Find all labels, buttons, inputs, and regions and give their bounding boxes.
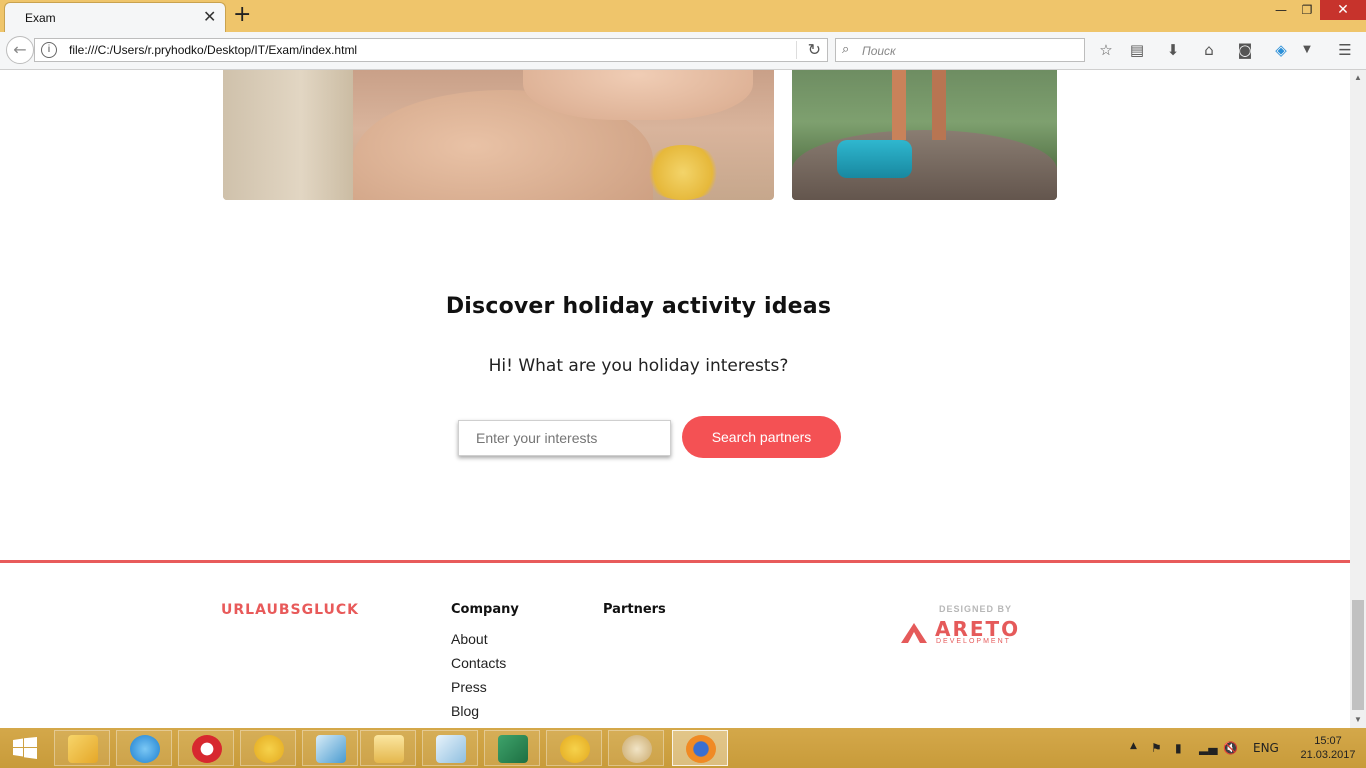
taskbar-app-1c[interactable] xyxy=(240,730,296,766)
footer-link-contacts[interactable]: Contacts xyxy=(451,655,506,671)
windows-taskbar: ▲ ⚑ ▮ ▂▄ 🔇 ENG 15:07 21.03.2017 xyxy=(0,728,1366,768)
info-icon[interactable]: i xyxy=(41,42,57,58)
navigation-toolbar: i file:///C:/Users/r.pryhodko/Desktop/IT… xyxy=(0,32,1366,70)
back-arrow-icon[interactable]: ← xyxy=(6,36,34,64)
url-divider xyxy=(796,41,797,59)
action-center-flag-icon[interactable]: ⚑ xyxy=(1151,741,1162,755)
interests-input[interactable] xyxy=(458,420,671,456)
footer-link-blog[interactable]: Blog xyxy=(451,703,479,719)
dropdown-arrow-icon[interactable]: ▼ xyxy=(1297,40,1317,60)
footer-link-about[interactable]: About xyxy=(451,631,488,647)
areto-logo-icon[interactable] xyxy=(901,623,927,643)
close-tab-icon[interactable]: ✕ xyxy=(203,7,216,27)
taskbar-app-firefox[interactable] xyxy=(672,730,728,766)
taskbar-app-excel[interactable] xyxy=(484,730,540,766)
tab-strip: Exam ✕ + — ❐ ✕ xyxy=(0,0,1366,32)
language-indicator[interactable]: ENG xyxy=(1253,741,1279,755)
search-placeholder: Поиск xyxy=(862,44,896,58)
reload-icon[interactable]: ↻ xyxy=(808,40,821,59)
new-tab-icon[interactable]: + xyxy=(233,2,251,27)
taskbar-app-notepad[interactable] xyxy=(422,730,478,766)
download-icon[interactable]: ⬇ xyxy=(1163,40,1183,60)
show-hidden-icons-icon[interactable]: ▲ xyxy=(1130,741,1137,751)
minimize-icon[interactable]: — xyxy=(1268,0,1294,20)
spa-massage-image xyxy=(223,70,774,200)
taskbar-app-opera[interactable] xyxy=(178,730,234,766)
system-clock[interactable]: 15:07 21.03.2017 xyxy=(1296,734,1360,762)
scrollbar-thumb[interactable] xyxy=(1352,600,1364,710)
taskbar-app-outlook[interactable] xyxy=(54,730,110,766)
designed-by-label: DESIGNED BY xyxy=(939,604,1013,614)
taskbar-app-1c-second[interactable] xyxy=(546,730,602,766)
start-button[interactable] xyxy=(0,728,50,768)
company-heading: Company xyxy=(451,602,519,617)
areto-subtitle: DEVELOPMENT xyxy=(936,638,1011,645)
window-controls: — ❐ ✕ xyxy=(1268,0,1366,22)
taskbar-app-paint[interactable] xyxy=(608,730,664,766)
tab-title: Exam xyxy=(25,11,56,25)
taskbar-app-lync[interactable] xyxy=(302,730,358,766)
section-heading: Discover holiday activity ideas xyxy=(445,294,832,319)
home-icon[interactable]: ⌂ xyxy=(1199,40,1219,60)
mountain-hiking-image xyxy=(792,70,1057,200)
search-input[interactable]: ⌕ Поиск xyxy=(835,38,1085,62)
footer-divider xyxy=(0,560,1350,563)
section-subheading: Hi! What are you holiday interests? xyxy=(488,356,789,376)
page-viewport: Discover holiday activity ideas Hi! What… xyxy=(0,70,1350,728)
clock-time: 15:07 xyxy=(1314,735,1342,747)
windows-logo-icon xyxy=(13,737,37,759)
taskbar-app-internet-explorer[interactable] xyxy=(116,730,172,766)
power-icon[interactable]: ▮ xyxy=(1175,741,1182,755)
address-bar[interactable]: i file:///C:/Users/r.pryhodko/Desktop/IT… xyxy=(34,38,828,62)
pocket-icon[interactable]: ◙ xyxy=(1235,40,1255,60)
scroll-up-icon[interactable]: ▲ xyxy=(1350,70,1366,86)
bookmark-star-icon[interactable]: ☆ xyxy=(1096,40,1116,60)
volume-muted-icon[interactable]: 🔇 xyxy=(1223,741,1238,755)
scroll-down-icon[interactable]: ▼ xyxy=(1350,712,1366,728)
partners-heading: Partners xyxy=(603,602,666,617)
taskbar-app-file-explorer[interactable] xyxy=(360,730,416,766)
menu-icon[interactable]: ☰ xyxy=(1335,40,1355,60)
extension-icon[interactable]: ◈ xyxy=(1271,40,1291,60)
vertical-scrollbar[interactable]: ▲ ▼ xyxy=(1350,70,1366,728)
reading-list-icon[interactable]: ▤ xyxy=(1127,40,1147,60)
search-icon: ⌕ xyxy=(842,42,850,57)
network-signal-icon[interactable]: ▂▄ xyxy=(1199,741,1217,755)
footer-link-press[interactable]: Press xyxy=(451,679,487,695)
url-text[interactable]: file:///C:/Users/r.pryhodko/Desktop/IT/E… xyxy=(69,43,357,57)
window-close-icon[interactable]: ✕ xyxy=(1320,0,1366,20)
restore-icon[interactable]: ❐ xyxy=(1294,0,1320,20)
clock-date: 21.03.2017 xyxy=(1300,749,1356,761)
tab-exam[interactable]: Exam ✕ xyxy=(4,2,226,32)
footer-brand-logo[interactable]: URLAUBSGLUCK xyxy=(221,602,359,618)
search-partners-button[interactable]: Search partners xyxy=(682,416,841,458)
